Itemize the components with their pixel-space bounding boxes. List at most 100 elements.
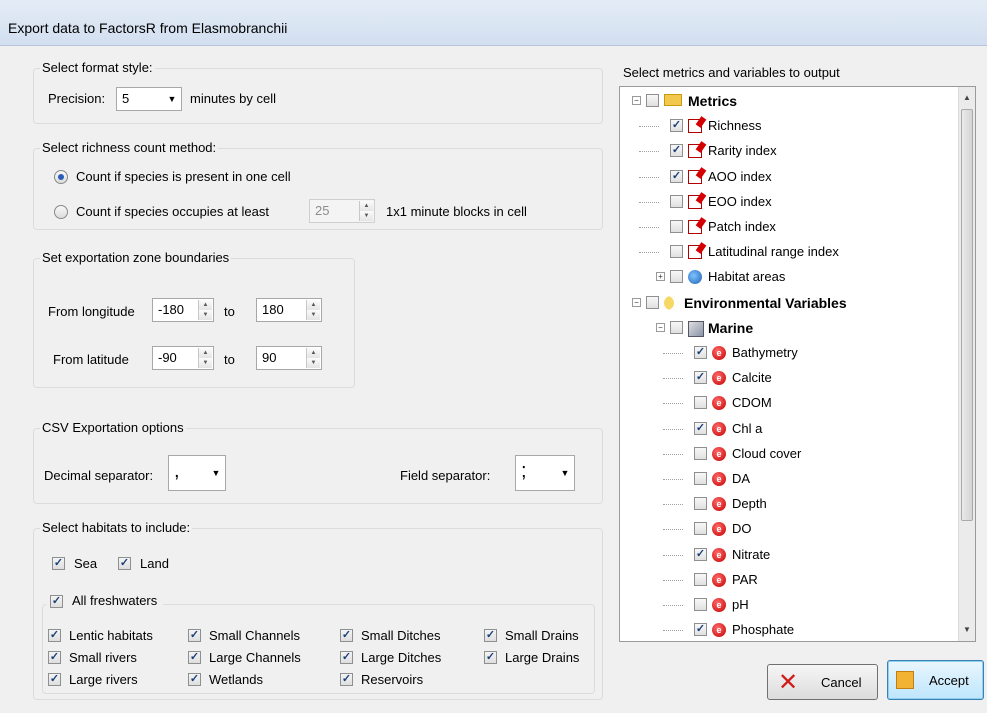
tree-row[interactable]: Patch index	[620, 215, 958, 239]
richness-option-present[interactable]	[54, 170, 68, 184]
tree-checkbox[interactable]	[694, 623, 707, 637]
decimal-separator-value: ,	[174, 460, 180, 482]
min-blocks-stepper[interactable]: 25 ▲ ▼	[309, 199, 375, 223]
tree-item-label: EOO index	[708, 193, 772, 209]
habitat-checkbox[interactable]	[340, 651, 353, 664]
tree-row[interactable]: − Environmental Variables	[620, 291, 958, 315]
tree-row[interactable]: e DA	[620, 467, 958, 491]
window-title: Export data to FactorsR from Elasmobranc…	[8, 20, 288, 36]
tree-row[interactable]: e DO	[620, 517, 958, 541]
collapse-icon[interactable]: −	[632, 96, 641, 105]
tree-row[interactable]: e pH	[620, 593, 958, 617]
land-checkbox[interactable]	[118, 557, 131, 570]
tree-checkbox[interactable]	[670, 270, 683, 284]
tree-row[interactable]: − Metrics	[620, 89, 958, 113]
tree-row[interactable]: e Cloud cover	[620, 442, 958, 466]
spin-up-icon: ▲	[307, 300, 320, 310]
tree-checkbox[interactable]	[694, 346, 707, 359]
tree-checkbox[interactable]	[694, 497, 707, 511]
tree-connector	[639, 252, 659, 254]
tree-row[interactable]: e Phosphate	[620, 618, 958, 641]
latitude-to-stepper[interactable]: 90 ▲ ▼	[256, 346, 322, 370]
tree-checkbox[interactable]	[670, 119, 683, 133]
collapse-icon[interactable]: −	[632, 297, 641, 307]
tree-connector	[639, 126, 659, 128]
tree-checkbox[interactable]	[670, 169, 683, 183]
tree-checkbox[interactable]	[670, 194, 683, 208]
sea-checkbox[interactable]	[52, 557, 65, 570]
tree-checkbox[interactable]	[670, 144, 683, 158]
habitat-checkbox[interactable]	[48, 651, 61, 664]
collapse-icon[interactable]: −	[656, 322, 665, 332]
tree-checkbox[interactable]	[694, 421, 707, 435]
decimal-label: Decimal separator:	[44, 468, 154, 483]
habitat-checkbox[interactable]	[188, 673, 201, 686]
latitude-label: From latitude	[53, 352, 129, 367]
tree-row[interactable]: Richness	[620, 114, 958, 138]
scroll-thumb[interactable]	[961, 109, 973, 521]
tree-row[interactable]: EOO index	[620, 190, 958, 214]
metric-icon	[688, 119, 702, 134]
tree-row[interactable]: e Calcite	[620, 366, 958, 390]
habitat-checkbox[interactable]	[340, 673, 353, 686]
tree-checkbox[interactable]	[694, 371, 707, 385]
spin-down-icon: ▼	[307, 310, 320, 320]
environment-variable-icon: e	[712, 371, 726, 386]
habitat-checkbox[interactable]	[340, 629, 353, 642]
field-separator-select[interactable]: ; ▼	[515, 455, 575, 491]
decimal-separator-select[interactable]: , ▼	[168, 455, 226, 491]
environment-variable-icon: e	[712, 396, 726, 411]
habitat-checkbox[interactable]	[188, 651, 201, 664]
tree-row[interactable]: e Depth	[620, 492, 958, 516]
tree-checkbox[interactable]	[694, 396, 707, 410]
tree-row[interactable]: Latitudinal range index	[620, 240, 958, 264]
tree-connector	[663, 605, 683, 606]
habitat-checkbox[interactable]	[484, 651, 497, 664]
tree-row[interactable]: Rarity index	[620, 139, 958, 163]
tree-row[interactable]: e PAR	[620, 568, 958, 592]
precision-select[interactable]: 5 ▼	[116, 87, 182, 111]
tree-row[interactable]: e Nitrate	[620, 543, 958, 567]
tree-item-label: Marine	[708, 319, 754, 336]
longitude-from-stepper[interactable]: -180 ▲ ▼	[152, 298, 214, 322]
tree-checkbox[interactable]	[694, 572, 707, 586]
tree-checkbox[interactable]	[670, 320, 683, 334]
min-blocks-value: 25	[315, 203, 330, 218]
tree-scrollbar[interactable]: ▲ ▼	[958, 87, 975, 641]
tree-checkbox[interactable]	[670, 220, 683, 233]
habitat-checkbox[interactable]	[48, 629, 61, 642]
tree-connector	[639, 176, 659, 178]
accept-button-label: Accept	[929, 673, 969, 688]
tree-checkbox[interactable]	[694, 472, 707, 485]
tree-checkbox[interactable]	[694, 522, 707, 536]
chevron-down-icon: ▼	[560, 468, 570, 478]
tree-row[interactable]: + Habitat areas	[620, 265, 958, 289]
tree-checkbox[interactable]	[646, 94, 659, 107]
tree-checkbox[interactable]	[694, 598, 707, 611]
tree-checkbox[interactable]	[694, 547, 707, 561]
tree-row[interactable]: e Bathymetry	[620, 341, 958, 365]
richness-option-occupies[interactable]	[54, 205, 68, 219]
metrics-tree[interactable]: ▲ ▼ − Metrics Richness Rarity index AOO inde…	[619, 86, 976, 642]
tree-row[interactable]: AOO index	[620, 165, 958, 189]
habitat-checkbox[interactable]	[48, 673, 61, 686]
scroll-down-icon[interactable]: ▼	[959, 621, 975, 639]
habitat-checkbox[interactable]	[188, 629, 201, 642]
accept-button[interactable]: Accept	[887, 660, 984, 700]
latitude-from-stepper[interactable]: -90 ▲ ▼	[152, 346, 214, 370]
metric-icon	[688, 144, 702, 159]
cancel-button[interactable]: ✕ Cancel	[767, 664, 878, 700]
tree-row[interactable]: e CDOM	[620, 391, 958, 415]
tree-item-label: Nitrate	[732, 546, 771, 562]
habitat-checkbox[interactable]	[484, 629, 497, 642]
tree-checkbox[interactable]	[646, 295, 659, 309]
tree-row[interactable]: − Marine	[620, 316, 958, 340]
tree-row[interactable]: e Chl a	[620, 417, 958, 441]
longitude-to-stepper[interactable]: 180 ▲ ▼	[256, 298, 322, 322]
tree-checkbox[interactable]	[694, 446, 707, 460]
expand-icon[interactable]: +	[656, 272, 665, 282]
scroll-up-icon[interactable]: ▲	[959, 89, 975, 107]
all-freshwaters-checkbox[interactable]	[50, 595, 63, 608]
tree-connector	[663, 529, 683, 531]
tree-checkbox[interactable]	[670, 245, 683, 259]
